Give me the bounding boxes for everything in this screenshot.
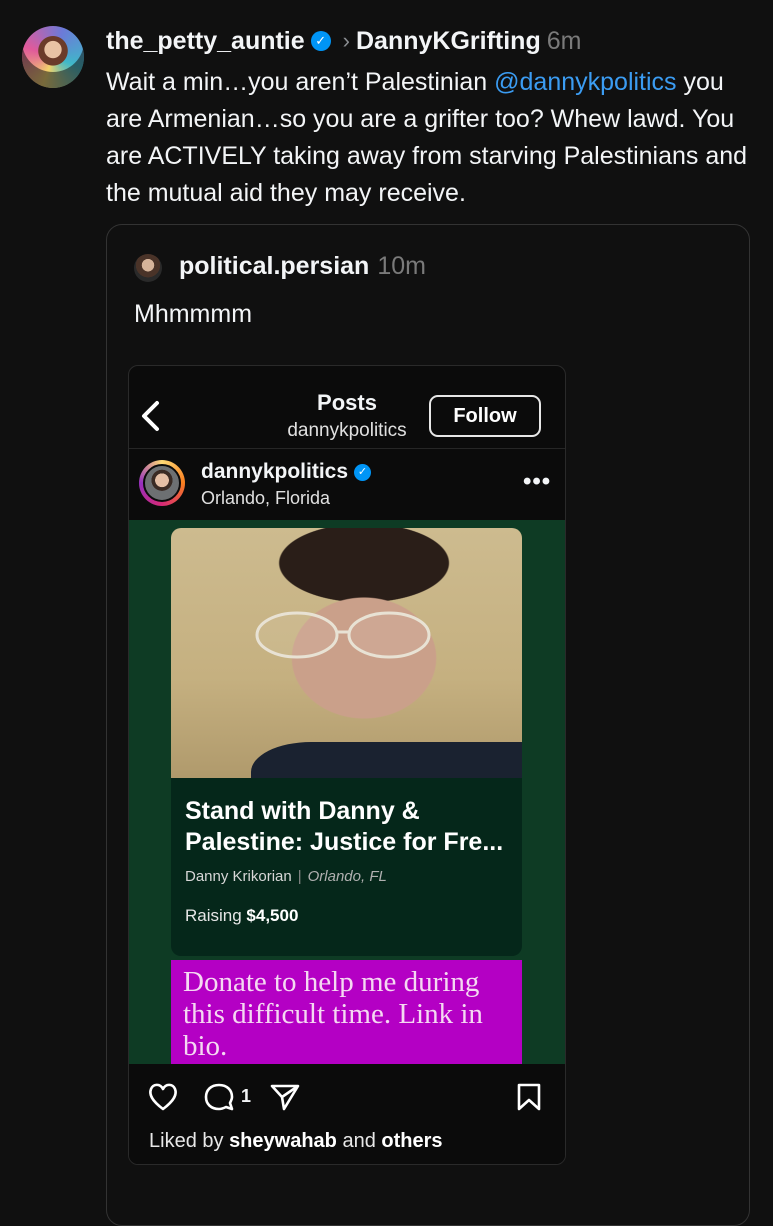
comment-count: 1	[241, 1086, 252, 1106]
mention-link[interactable]: @dannykpolitics	[494, 68, 676, 96]
post-body: Wait a min…you aren’t Palestinian @danny…	[106, 64, 756, 212]
donate-caption-box: Donate to help me during this difficult …	[171, 960, 522, 1064]
liked-by-and: and	[336, 1130, 382, 1152]
comment-icon	[203, 1082, 235, 1112]
quoted-post-header: political.persian 10m	[179, 252, 426, 281]
instagram-screenshot[interactable]: Posts dannykpolitics Follow dannykpoliti…	[128, 365, 566, 1165]
chevron-right-icon: ›	[342, 28, 350, 54]
author-username[interactable]: the_petty_auntie	[106, 27, 305, 55]
more-icon: •••	[523, 468, 552, 495]
ig-avatar	[139, 460, 185, 506]
post-header: the_petty_auntie ✓ › DannyKGrifting 6m	[106, 26, 581, 56]
ig-username: dannykpolitics	[201, 460, 349, 483]
verified-badge-icon: ✓	[310, 31, 331, 52]
fundraiser-title: Stand with Danny & Palestine: Justice fo…	[185, 797, 504, 856]
fundraiser-photo	[171, 528, 522, 778]
ig-action-bar: 1 Liked by sheywahab and others	[129, 1064, 565, 1164]
ig-post-image: Stand with Danny & Palestine: Justice fo…	[129, 520, 565, 1064]
quoted-post-timestamp: 10m	[377, 252, 426, 280]
divider	[129, 448, 565, 449]
heart-icon	[147, 1082, 179, 1112]
liked-by-text: Liked by sheywahab and others	[149, 1130, 443, 1153]
share-icon	[269, 1082, 301, 1112]
ig-username-row: dannykpolitics ✓	[201, 460, 372, 484]
follow-button: Follow	[429, 395, 541, 437]
quoted-author-avatar[interactable]	[134, 254, 162, 282]
fundraiser-goal-amount: $4,500	[246, 906, 299, 925]
fundraiser-goal-label: Raising	[185, 906, 247, 925]
quoted-post-text: Mhmmmm	[134, 300, 253, 328]
donate-caption: Donate to help me during this difficult …	[183, 966, 483, 1062]
verified-badge-icon: ✓	[354, 463, 372, 481]
liked-by-others: others	[381, 1130, 443, 1152]
fundraiser-meta: Danny Krikorian | Orlando, FL	[185, 868, 387, 885]
fundraiser-card: Stand with Danny & Palestine: Justice fo…	[171, 528, 522, 956]
post-timestamp: 6m	[546, 26, 582, 55]
liked-by-prefix: Liked by	[149, 1130, 230, 1152]
author-avatar[interactable]	[22, 26, 84, 88]
reply-to-username[interactable]: DannyKGrifting	[356, 27, 541, 55]
fundraiser-organizer: Danny Krikorian	[185, 868, 292, 885]
post-text-before: Wait a min…you aren’t Palestinian	[106, 68, 495, 96]
ig-location: Orlando, Florida	[201, 488, 331, 508]
liked-by-user: sheywahab	[229, 1130, 337, 1152]
quoted-author-username[interactable]: political.persian	[179, 252, 369, 280]
bookmark-icon	[515, 1082, 543, 1112]
fundraiser-goal: Raising $4,500	[185, 906, 298, 926]
fundraiser-location: Orlando, FL	[307, 868, 387, 885]
